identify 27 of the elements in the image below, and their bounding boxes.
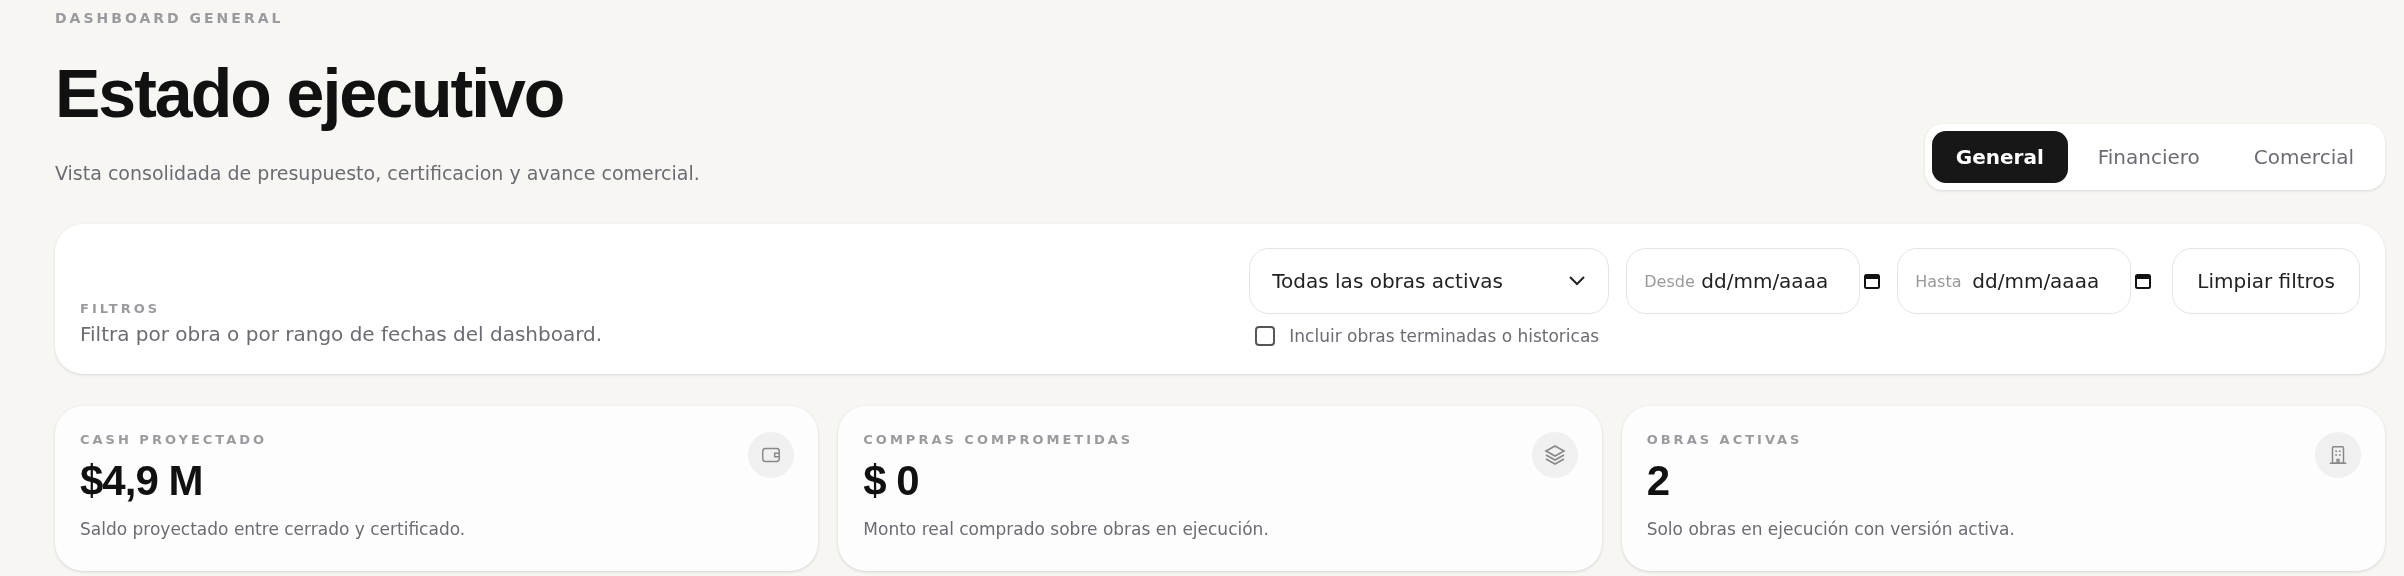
filters-label: FILTROS xyxy=(80,301,162,316)
page-eyebrow: DASHBOARD GENERAL xyxy=(55,10,284,26)
stat-note: Solo obras en ejecución con versión activa. xyxy=(1646,519,2015,539)
stat-value: $ 0 xyxy=(863,457,919,505)
checkbox[interactable] xyxy=(1255,326,1276,346)
date-label: Hasta xyxy=(1915,271,1962,291)
stat-note: Monto real comprado sobre obras en ejecución. xyxy=(863,519,1269,539)
stat-value: $4,9 M xyxy=(80,457,203,505)
building-icon xyxy=(2327,444,2349,466)
calendar-icon xyxy=(2135,273,2152,289)
clear-filters-button[interactable]: Limpiar filtros xyxy=(2172,248,2360,314)
stat-label: COMPRAS COMPROMETIDAS xyxy=(863,432,1134,447)
stat-note: Saldo proyectado entre cerrado y certificado. xyxy=(80,519,466,539)
tab[interactable]: Comercial xyxy=(2229,131,2378,183)
calendar-icon xyxy=(1864,273,1881,289)
project-select[interactable]: Todas las obras activas xyxy=(1249,248,1610,314)
tab[interactable]: Financiero xyxy=(2073,131,2224,183)
tab[interactable]: General xyxy=(1931,131,2068,183)
stat-label: CASH PROYECTADO xyxy=(80,432,268,447)
stat-value: 2 xyxy=(1646,457,1669,505)
date-label: Desde xyxy=(1644,271,1695,291)
layers-icon xyxy=(1542,443,1567,467)
checkbox-label: Incluir obras terminadas o historicas xyxy=(1289,326,1600,346)
filters-description: Filtra por obra o por rango de fechas del dashboard. xyxy=(80,322,603,346)
chevron-down-icon xyxy=(1568,275,1587,287)
page-subtitle: Vista consolidada de presupuesto, certificacion y avance comercial. xyxy=(55,162,700,184)
stat-label: OBRAS ACTIVAS xyxy=(1646,432,1803,447)
